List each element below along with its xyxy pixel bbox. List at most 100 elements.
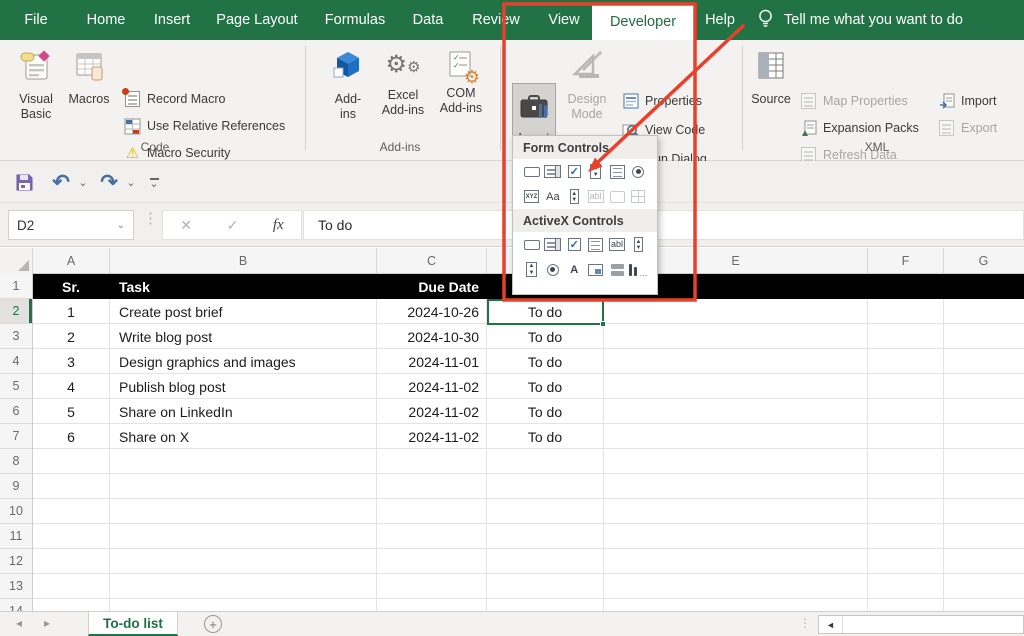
row-header-7[interactable]: 7 bbox=[0, 424, 32, 449]
redo-dropdown-chevron[interactable]: ⌄ bbox=[124, 169, 138, 195]
cell-a3[interactable]: 2 bbox=[33, 324, 109, 349]
com-add-ins-button[interactable]: ✓✓ ⚙ COM Add-ins bbox=[432, 44, 490, 116]
sheet-nav-left-icon[interactable]: ◂ bbox=[16, 616, 22, 630]
form-scroll-bar-control[interactable]: ▲▼ bbox=[565, 189, 584, 205]
row-header-3[interactable]: 3 bbox=[0, 324, 32, 349]
tell-me-box[interactable]: Tell me what you want to do bbox=[757, 0, 963, 40]
cancel-icon[interactable]: ✕ bbox=[180, 217, 192, 234]
activex-toggle-button-control[interactable] bbox=[608, 262, 627, 278]
record-macro-button[interactable]: Record Macro bbox=[124, 88, 226, 110]
row-header-13[interactable]: 13 bbox=[0, 574, 32, 599]
expansion-packs-button[interactable]: Expansion Packs bbox=[800, 117, 919, 139]
tab-developer[interactable]: Developer bbox=[592, 4, 694, 40]
horizontal-scrollbar[interactable]: ◄ bbox=[818, 615, 1024, 634]
undo-dropdown-chevron[interactable]: ⌄ bbox=[76, 169, 90, 195]
selected-cell-d2[interactable] bbox=[487, 299, 604, 325]
form-option-button-control[interactable] bbox=[629, 164, 648, 180]
cell-a4[interactable]: 3 bbox=[33, 349, 109, 374]
activex-list-box-control[interactable] bbox=[586, 237, 605, 253]
cell-d7[interactable]: To do bbox=[487, 424, 603, 449]
tab-splitter-grip[interactable]: ⋮ bbox=[799, 616, 812, 630]
cell-c3[interactable]: 2024-10-30 bbox=[376, 324, 486, 349]
row-header-6[interactable]: 6 bbox=[0, 399, 32, 424]
cell-b6[interactable]: Share on LinkedIn bbox=[113, 399, 373, 424]
import-button[interactable]: Import bbox=[938, 90, 996, 112]
new-sheet-button[interactable]: + bbox=[204, 615, 222, 633]
formula-bar-grip[interactable]: ⋮ bbox=[143, 213, 158, 225]
cell-c7[interactable]: 2024-11-02 bbox=[376, 424, 486, 449]
header-cell-due-date[interactable]: Due Date bbox=[376, 274, 486, 299]
save-button[interactable] bbox=[12, 169, 36, 195]
insert-function-icon[interactable]: fx bbox=[273, 217, 284, 234]
form-combo-box-control[interactable] bbox=[543, 164, 562, 180]
cell-d4[interactable]: To do bbox=[487, 349, 603, 374]
activex-combo-box-control[interactable] bbox=[543, 237, 562, 253]
scroll-left-icon[interactable]: ◄ bbox=[819, 616, 843, 633]
activex-button-control[interactable] bbox=[522, 237, 541, 253]
column-header-a[interactable]: A bbox=[33, 248, 110, 274]
row-header-2[interactable]: 2 bbox=[0, 299, 32, 324]
cell-c6[interactable]: 2024-11-02 bbox=[376, 399, 486, 424]
cell-d3[interactable]: To do bbox=[487, 324, 603, 349]
formula-input[interactable]: To do bbox=[303, 210, 1024, 240]
column-header-b[interactable]: B bbox=[110, 248, 377, 274]
cell-a7[interactable]: 6 bbox=[33, 424, 109, 449]
sheet-nav-right-icon[interactable]: ▸ bbox=[44, 616, 50, 630]
activex-checkbox-control[interactable]: ✓ bbox=[565, 237, 584, 253]
activex-option-button-control[interactable] bbox=[543, 262, 562, 278]
tab-file[interactable]: File bbox=[14, 0, 58, 40]
add-ins-button[interactable]: Add- ins bbox=[324, 44, 372, 122]
activex-more-controls[interactable]: … bbox=[629, 262, 648, 278]
row-header-12[interactable]: 12 bbox=[0, 549, 32, 574]
source-button[interactable]: Source bbox=[748, 44, 794, 107]
header-cell-task[interactable]: Task bbox=[113, 274, 373, 299]
properties-button[interactable]: Properties bbox=[622, 90, 702, 112]
cells-area[interactable]: Sr. Task Due Date 1 Create post brief 20… bbox=[33, 274, 1024, 611]
tab-page-layout[interactable]: Page Layout bbox=[214, 0, 300, 40]
tab-insert[interactable]: Insert bbox=[146, 0, 198, 40]
undo-button[interactable]: ↶ bbox=[48, 169, 74, 195]
tab-data[interactable]: Data bbox=[404, 0, 452, 40]
enter-icon[interactable]: ✓ bbox=[227, 217, 239, 234]
cell-c4[interactable]: 2024-11-01 bbox=[376, 349, 486, 374]
header-cell-sr[interactable]: Sr. bbox=[33, 274, 109, 299]
form-button-control[interactable] bbox=[522, 164, 541, 180]
row-header-9[interactable]: 9 bbox=[0, 474, 32, 499]
activex-text-box-control[interactable]: abl bbox=[608, 237, 627, 253]
cell-b3[interactable]: Write blog post bbox=[113, 324, 373, 349]
row-header-5[interactable]: 5 bbox=[0, 374, 32, 399]
activex-label-control[interactable]: A bbox=[565, 262, 584, 278]
cell-c5[interactable]: 2024-11-02 bbox=[376, 374, 486, 399]
cell-d6[interactable]: To do bbox=[487, 399, 603, 424]
tab-view[interactable]: View bbox=[540, 0, 588, 40]
macros-button[interactable]: Macros bbox=[64, 44, 114, 107]
tab-review[interactable]: Review bbox=[466, 0, 526, 40]
redo-button[interactable]: ↷ bbox=[96, 169, 122, 195]
cell-b5[interactable]: Publish blog post bbox=[113, 374, 373, 399]
cell-b2[interactable]: Create post brief bbox=[113, 299, 373, 324]
form-list-box-control[interactable] bbox=[608, 164, 627, 180]
visual-basic-button[interactable]: Visual Basic bbox=[10, 44, 62, 122]
cell-a6[interactable]: 5 bbox=[33, 399, 109, 424]
row-header-11[interactable]: 11 bbox=[0, 524, 32, 549]
cell-b4[interactable]: Design graphics and images bbox=[113, 349, 373, 374]
form-text-control[interactable]: Aa bbox=[543, 189, 562, 205]
cell-d5[interactable]: To do bbox=[487, 374, 603, 399]
tab-home[interactable]: Home bbox=[82, 0, 130, 40]
activex-image-control[interactable] bbox=[586, 262, 605, 278]
tab-help[interactable]: Help bbox=[698, 0, 742, 40]
activex-spin-button-control[interactable]: ▲▼ bbox=[522, 262, 541, 278]
cell-c2[interactable]: 2024-10-26 bbox=[376, 299, 486, 324]
form-checkbox-control[interactable]: ✓ bbox=[565, 164, 584, 180]
select-all-corner[interactable] bbox=[0, 248, 33, 274]
fill-handle[interactable] bbox=[600, 321, 606, 327]
customize-qat-button[interactable]: ⌄ bbox=[146, 169, 162, 195]
cell-a2[interactable]: 1 bbox=[33, 299, 109, 324]
row-header-4[interactable]: 4 bbox=[0, 349, 32, 374]
column-header-g[interactable]: G bbox=[944, 248, 1023, 274]
sheet-tab-to-do-list[interactable]: To-do list bbox=[88, 612, 178, 636]
row-header-10[interactable]: 10 bbox=[0, 499, 32, 524]
column-header-c[interactable]: C bbox=[377, 248, 487, 274]
column-header-f[interactable]: F bbox=[868, 248, 944, 274]
tab-formulas[interactable]: Formulas bbox=[318, 0, 392, 40]
